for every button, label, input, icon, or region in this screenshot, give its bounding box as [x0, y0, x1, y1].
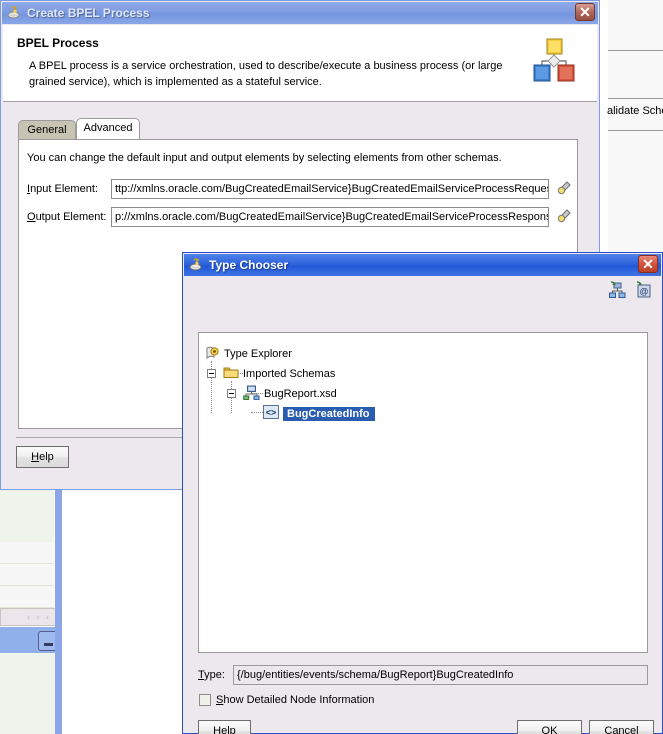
- tab-general[interactable]: General: [18, 120, 76, 140]
- editor-rule-mid: [608, 98, 663, 99]
- output-element-accesskey: O: [27, 211, 36, 223]
- editor-rule-top: [608, 50, 663, 51]
- bpel-titlebar[interactable]: Create BPEL Process: [2, 2, 598, 24]
- bpel-help-accesskey: H: [31, 450, 40, 463]
- ide-panel-green-2: [0, 653, 55, 734]
- bpel-lamp-icon: [6, 5, 22, 21]
- tc-help-label: Help: [213, 724, 236, 734]
- show-detailed-node-information-label[interactable]: Show Detailed Node Information: [216, 694, 374, 706]
- type-chooser-close-button[interactable]: ✕: [638, 255, 658, 273]
- svg-text:@: @: [639, 287, 648, 297]
- type-field-label: Type:: [198, 669, 225, 681]
- tc-help-accesskey: H: [213, 724, 222, 734]
- bpel-process-diagram-icon: [529, 35, 579, 87]
- type-chooser-help-button[interactable]: Help: [198, 720, 251, 734]
- type-field-value[interactable]: {/bug/entities/events/schema/BugReport}B…: [233, 665, 648, 685]
- ide-panel-grey-2: [0, 564, 54, 586]
- tree-node-label: BugReport.xsd: [264, 388, 337, 400]
- type-chooser-toolbar: @: [608, 281, 652, 299]
- output-element-field[interactable]: p://xmlns.oracle.com/BugCreatedEmailServ…: [111, 207, 549, 227]
- show-detailed-node-information-checkbox[interactable]: [199, 694, 211, 706]
- ide-panel-grey-1: [0, 542, 54, 564]
- schema-icon: [243, 385, 260, 403]
- editor-rule-bottom: [608, 130, 663, 131]
- tree-node-bugreport-xsd[interactable]: BugReport.xsd: [243, 385, 337, 403]
- ok-button[interactable]: OK: [517, 720, 582, 734]
- element-brackets-icon: <>: [263, 405, 279, 422]
- tab-advanced[interactable]: Advanced: [76, 118, 140, 140]
- bpel-help-label: Help: [31, 450, 54, 463]
- ide-panel-grey-3: [0, 586, 54, 608]
- input-element-browse-icon[interactable]: [556, 180, 572, 196]
- type-explorer-tree[interactable]: Type Explorer Imported Schemas BugReport…: [198, 332, 648, 653]
- bpel-header-heading: BPEL Process: [17, 36, 99, 50]
- output-element-label: Output Element:: [27, 211, 107, 223]
- tree-node-label-selected: BugCreatedInfo: [283, 406, 375, 421]
- bpel-title-text: Create BPEL Process: [27, 6, 150, 20]
- type-chooser-dialog: Type Chooser ✕ @ Type Explorer Imported …: [182, 252, 663, 734]
- tree-node-label: Type Explorer: [224, 348, 292, 360]
- svg-text:<>: <>: [266, 408, 277, 418]
- tree-expander-bugreport-xsd[interactable]: [227, 389, 236, 398]
- type-chooser-titlebar[interactable]: Type Chooser: [184, 254, 661, 276]
- input-element-field[interactable]: ttp://xmlns.oracle.com/BugCreatedEmailSe…: [111, 179, 549, 199]
- editor-label-validate-schema: alidate Schen: [607, 105, 663, 117]
- screen-root: alidate Schen ‹ ‹ ‹ Create BPEL Process …: [0, 0, 663, 734]
- tree-node-label: Imported Schemas: [243, 367, 336, 380]
- type-chooser-title-text: Type Chooser: [209, 258, 289, 272]
- type-field-label-rest: ype:: [204, 669, 225, 681]
- output-element-label-rest: utput Element:: [35, 211, 107, 223]
- input-element-label-rest: nput Element:: [30, 183, 98, 195]
- bpel-close-button[interactable]: ✕: [575, 3, 595, 21]
- type-chooser-lamp-icon: [188, 257, 204, 273]
- cancel-button[interactable]: Cancel: [589, 720, 654, 734]
- show-type-hierarchy-icon[interactable]: [608, 281, 626, 299]
- type-explorer-icon: [205, 345, 220, 363]
- tree-node-bugcreatedinfo[interactable]: <> BugCreatedInfo: [263, 405, 375, 422]
- tree-node-type-explorer[interactable]: Type Explorer: [205, 345, 292, 363]
- input-element-label: Input Element:: [27, 183, 98, 195]
- folder-icon: [223, 365, 239, 382]
- type-chooser-body: @ Type Explorer Imported Schemas BugRepo…: [185, 277, 660, 734]
- bpel-header-banner: BPEL Process A BPEL process is a service…: [3, 25, 597, 102]
- advanced-panel-note: You can change the default input and out…: [27, 152, 502, 164]
- bpel-help-button[interactable]: Help: [16, 446, 69, 468]
- tree-node-imported-schemas[interactable]: Imported Schemas: [223, 365, 335, 382]
- collapse-arrows-icon[interactable]: ‹ ‹ ‹: [27, 612, 51, 622]
- output-element-browse-icon[interactable]: [556, 208, 572, 224]
- show-detail-label-rest: how Detailed Node Information: [223, 694, 375, 706]
- vertical-splitter[interactable]: [55, 484, 62, 734]
- tree-expander-imported-schemas[interactable]: [207, 369, 216, 378]
- import-schema-icon[interactable]: @: [634, 281, 652, 299]
- bpel-header-description: A BPEL process is a service orchestratio…: [29, 60, 503, 88]
- ide-panel-green-1: [0, 484, 54, 542]
